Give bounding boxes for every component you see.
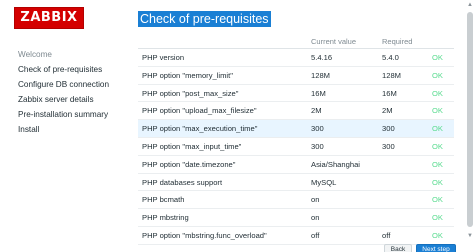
table-row: PHP version 5.4.16 5.4.0 OK [138,49,454,67]
setup-steps-sidebar: Welcome Check of pre-requisites Configur… [18,47,133,137]
sidebar-item-install: Install [18,125,40,134]
row-status-ok: OK [432,106,443,116]
row-required-value: 128M [382,70,401,80]
row-current-value: 128M [311,70,330,80]
row-current-value: 5.4.16 [311,53,333,62]
header-required: Required [382,37,413,46]
row-name: PHP mbstring [142,213,189,223]
row-required-value: 300 [382,141,395,151]
row-status-ok: OK [432,230,443,240]
row-name: PHP option "date.timezone" [142,159,236,169]
row-required-value: 16M [382,88,397,98]
table-header: Current value Required [138,33,454,49]
row-current-value: Asia/Shanghai [311,159,360,169]
table-row: PHP option "max_input_time" 300 300 OK [138,138,454,156]
scrollbar-thumb[interactable] [467,12,473,227]
page-title: Check of pre-requisites [138,11,271,27]
row-name: PHP option "post_max_size" [142,88,239,98]
row-status-ok: OK [432,159,443,169]
row-required-value: off [382,230,391,240]
table-row: PHP option "date.timezone" Asia/Shanghai… [138,156,454,174]
sidebar-item-configure-db: Configure DB connection [18,80,110,89]
back-button[interactable]: Back [384,244,412,252]
row-current-value: MySQL [311,177,337,187]
sidebar-item-preinstall-summary: Pre-installation summary [18,110,109,119]
row-current-value: off [311,230,320,240]
table-row: PHP option "post_max_size" 16M 16M OK [138,85,454,103]
row-current-value: 16M [311,88,326,98]
row-status-ok: OK [432,88,443,98]
table-row: PHP option "memory_limit" 128M 128M OK [138,67,454,85]
scroll-up-arrow-icon[interactable]: ▲ [466,1,474,9]
row-current-value: on [311,195,320,205]
row-status-ok: OK [432,53,443,62]
header-current-value: Current value [311,37,357,46]
row-current-value: on [311,213,320,223]
row-status-ok: OK [432,177,443,187]
row-name: PHP option "max_execution_time" [142,124,258,134]
scroll-down-arrow-icon[interactable]: ▼ [466,232,474,240]
table-row: PHP option "mbstring.func_overload" off … [138,227,454,245]
row-status-ok: OK [432,195,443,205]
row-status-ok: OK [432,213,443,223]
table-row: PHP mbstring on OK [138,209,454,227]
table-row-hovered: PHP option "max_execution_time" 300 300 … [138,120,454,138]
row-status-ok: OK [432,124,443,134]
sidebar-item-server-details: Zabbix server details [18,95,94,104]
row-name: PHP bcmath [142,195,185,205]
row-name: PHP option "memory_limit" [142,70,233,80]
sidebar-item-check-prerequisites: Check of pre-requisites [18,65,103,74]
row-required-value: 300 [382,124,395,134]
table-row: PHP option "upload_max_filesize" 2M 2M O… [138,102,454,121]
row-name: PHP version [142,53,185,62]
zabbix-logo: ZABBIX [14,7,84,29]
row-required-value: 5.4.0 [382,53,399,62]
row-current-value: 300 [311,124,324,134]
row-required-value: 2M [382,106,393,116]
prerequisites-table: Current value Required PHP version 5.4.1… [138,33,454,245]
row-status-ok: OK [432,141,443,151]
row-name: PHP databases support [142,177,223,187]
row-current-value: 2M [311,106,322,116]
row-name: PHP option "mbstring.func_overload" [142,230,267,240]
table-row: PHP bcmath on OK [138,191,454,210]
sidebar-item-welcome: Welcome [18,50,52,59]
row-current-value: 300 [311,141,324,151]
table-row: PHP databases support MySQL OK [138,174,454,192]
next-step-button[interactable]: Next step [416,244,456,252]
row-name: PHP option "max_input_time" [142,141,242,151]
row-status-ok: OK [432,70,443,80]
row-name: PHP option "upload_max_filesize" [142,106,257,116]
